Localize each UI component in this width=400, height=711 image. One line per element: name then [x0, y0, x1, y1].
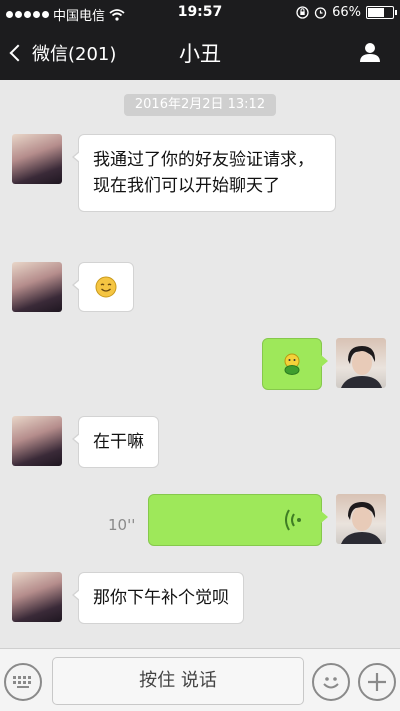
status-right: 66%	[296, 5, 397, 20]
contact-avatar[interactable]	[12, 134, 62, 184]
alarm-icon	[314, 7, 327, 19]
my-avatar-portrait	[341, 346, 382, 388]
input-bar: 按住 说话	[0, 648, 400, 711]
emoji-icon	[323, 677, 339, 689]
voice-message-bubble[interactable]	[148, 494, 328, 546]
contact-avatar[interactable]	[12, 416, 62, 466]
rotation-lock-icon	[296, 6, 309, 19]
chat-area[interactable]: 2016年2月2日 13:12 我通过了你的好友验证请求，现在我们可以开始聊天了	[0, 80, 400, 648]
message-text: 我通过了你的好友验证请求，现在我们可以开始聊天了	[93, 150, 314, 196]
battery-percent: 66%	[332, 5, 361, 20]
voice-wave-icon	[285, 509, 301, 531]
green-smile-sticker-icon	[284, 353, 300, 375]
keyboard-icon	[13, 676, 31, 688]
voice-duration: 10''	[108, 516, 136, 534]
message-bubble-sent[interactable]	[262, 338, 328, 390]
message-bubble-received[interactable]: 在干嘛	[72, 416, 159, 468]
message-bubble-received[interactable]	[72, 262, 134, 312]
message-text: 那你下午补个觉呗	[93, 588, 229, 608]
status-bar: 中国电信 19:57 66%	[0, 0, 400, 26]
message-text: 在干嘛	[93, 432, 144, 452]
hold-to-talk-button[interactable]: 按住 说话	[52, 657, 304, 705]
message-bubble-received[interactable]: 那你下午补个觉呗	[72, 572, 244, 624]
contact-avatar[interactable]	[12, 572, 62, 622]
contact-avatar[interactable]	[12, 262, 62, 312]
plus-icon	[368, 673, 386, 691]
message-timestamp: 2016年2月2日 13:12	[124, 94, 276, 116]
my-avatar[interactable]	[336, 494, 386, 544]
person-icon[interactable]	[358, 40, 382, 64]
my-avatar-portrait	[341, 502, 382, 544]
battery-icon	[366, 6, 397, 19]
message-bubble-received[interactable]: 我通过了你的好友验证请求，现在我们可以开始聊天了	[72, 134, 336, 212]
smile-emoji-icon	[95, 276, 117, 298]
my-avatar[interactable]	[336, 338, 386, 388]
chat-title: 小丑	[179, 42, 221, 66]
more-button[interactable]	[358, 663, 396, 701]
emoji-button[interactable]	[312, 663, 350, 701]
keyboard-toggle-button[interactable]	[4, 663, 42, 701]
nav-bar: 微信(201) 小丑	[0, 26, 400, 80]
